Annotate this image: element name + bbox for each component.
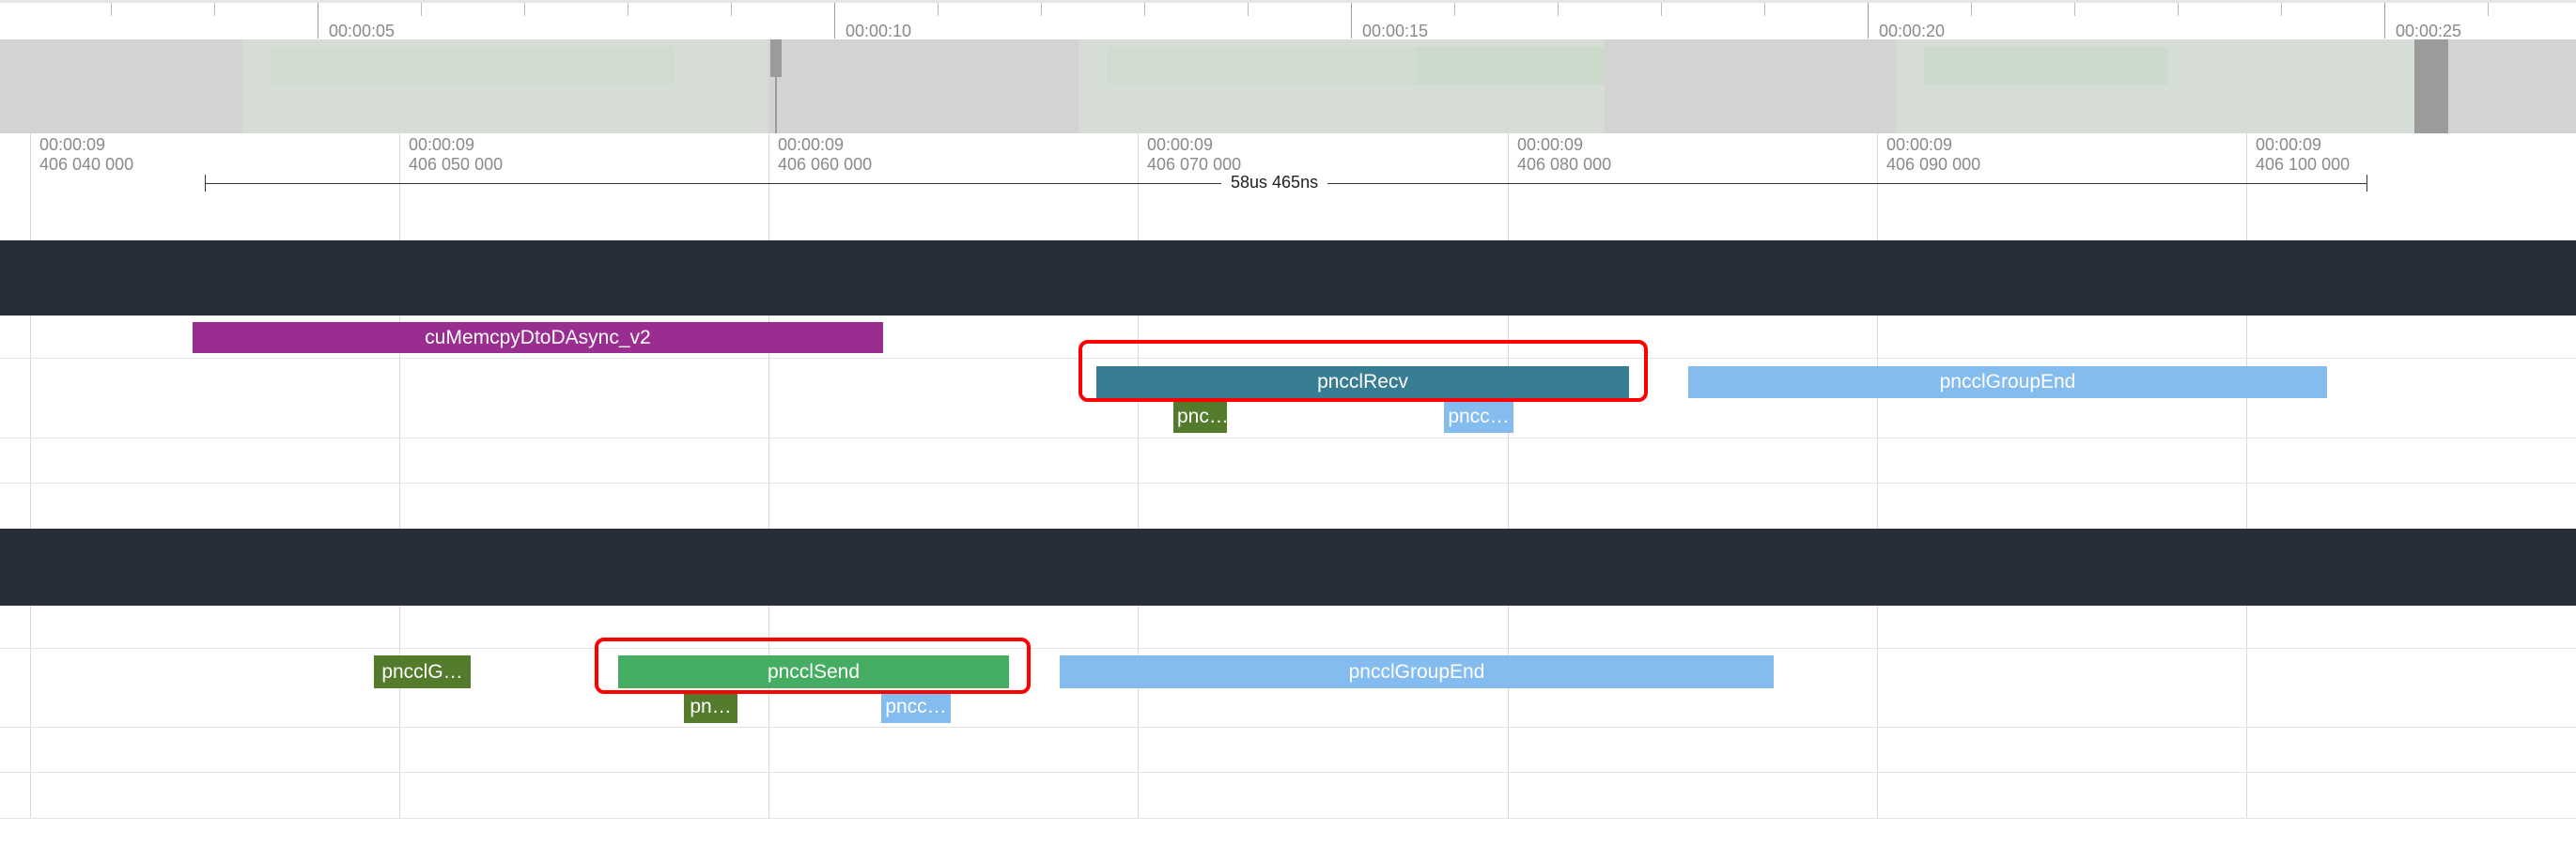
- row-separator: [0, 727, 2576, 728]
- ov-tick: [1144, 3, 1145, 16]
- slice-pncclgroupend[interactable]: pncclGroupEnd: [1060, 655, 1774, 688]
- ov-tick: [2281, 3, 2282, 16]
- slice-child[interactable]: pnc…: [1173, 401, 1227, 433]
- slice-pncclgroupstart[interactable]: pncclG…: [374, 655, 471, 688]
- row-separator: [0, 648, 2576, 649]
- detail-time-label-top: 00:00:09: [1886, 135, 1953, 154]
- ov-tick: [834, 3, 835, 38]
- detail-time-label-bottom: 406 100 000: [2256, 155, 2351, 174]
- slice-child[interactable]: pncc…: [1444, 401, 1513, 433]
- ov-tick: [2178, 3, 2179, 16]
- ov-tick: [111, 3, 112, 16]
- detail-time-label-bottom: 406 060 000: [778, 155, 873, 174]
- row-separator: [0, 438, 2576, 439]
- gridline: [2246, 133, 2247, 819]
- detail-time-label-bottom: 406 040 000: [39, 155, 134, 174]
- detail-time-label: 00:00:09 406 060 000: [778, 135, 872, 175]
- ov-tick: [1351, 3, 1352, 38]
- ov-tick: [1661, 3, 1662, 16]
- window-end-handle[interactable]: [2414, 39, 2448, 133]
- detail-time-label-top: 00:00:09: [39, 135, 106, 154]
- detail-time-label-top: 00:00:09: [1517, 135, 1584, 154]
- gridline: [30, 133, 31, 819]
- highlight-box-send: [595, 638, 1031, 694]
- detail-time-label: 00:00:09 406 100 000: [2256, 135, 2350, 175]
- ov-tick: [731, 3, 732, 16]
- gridline: [1138, 133, 1139, 819]
- detail-time-label-bottom: 406 050 000: [409, 155, 504, 174]
- detail-time-label: 00:00:09 406 080 000: [1517, 135, 1611, 175]
- overview-time-label: 00:00:25: [2396, 22, 2462, 40]
- slice-child[interactable]: pncc…: [881, 691, 951, 723]
- row-separator: [0, 483, 2576, 484]
- ov-tick: [421, 3, 422, 16]
- ov-tick: [1558, 3, 1559, 16]
- ov-tick: [2074, 3, 2075, 16]
- window-start-line: [775, 77, 777, 133]
- overview-activity: [1107, 47, 1417, 85]
- slice-cumemcpy[interactable]: cuMemcpyDtoDAsync_v2: [193, 322, 883, 353]
- detail-time-label-bottom: 406 070 000: [1147, 155, 1242, 174]
- detail-time-label: 00:00:09 406 040 000: [39, 135, 133, 175]
- detail-time-label: 00:00:09 406 050 000: [409, 135, 503, 175]
- row-separator: [0, 772, 2576, 773]
- ov-tick: [1454, 3, 1455, 16]
- gridline: [399, 133, 400, 819]
- ov-tick: [1041, 3, 1042, 16]
- detail-time-label-top: 00:00:09: [2256, 135, 2322, 154]
- overview-time-label: 00:00:15: [1362, 22, 1429, 40]
- span-measure-label: 58us 465ns: [1221, 173, 1328, 192]
- highlight-box-recv: [1079, 340, 1648, 402]
- ov-tick: [2488, 3, 2489, 16]
- gridline: [768, 133, 769, 819]
- overview-activity: [1417, 47, 1605, 85]
- ov-tick: [214, 3, 215, 16]
- detail-time-label-bottom: 406 080 000: [1517, 155, 1612, 174]
- ov-tick: [524, 3, 525, 16]
- overview-activity: [271, 47, 675, 85]
- detail-time-label-top: 00:00:09: [1147, 135, 1214, 154]
- detail-time-label-top: 00:00:09: [409, 135, 475, 154]
- row-separator: [0, 818, 2576, 819]
- ov-tick: [2384, 3, 2385, 38]
- ov-tick: [1248, 3, 1249, 16]
- ov-tick: [1971, 3, 1972, 16]
- span-measure-start-cap: [205, 175, 206, 192]
- detail-time-label-top: 00:00:09: [778, 135, 845, 154]
- gridline: [1508, 133, 1509, 819]
- overview-time-label: 00:00:20: [1879, 22, 1946, 40]
- track-header-1[interactable]: [0, 240, 2576, 316]
- slice-child[interactable]: pn…: [684, 691, 737, 723]
- overview-time-label: 00:00:05: [329, 22, 396, 40]
- gridline: [1877, 133, 1878, 819]
- slice-pncclgroupend[interactable]: pncclGroupEnd: [1688, 366, 2327, 398]
- track-header-2[interactable]: [0, 529, 2576, 606]
- ov-tick: [1764, 3, 1765, 16]
- overview-ruler: 00:00:05 00:00:10 00:00:15 00:00:20 00:0…: [0, 0, 2576, 40]
- detail-time-label: 00:00:09 406 070 000: [1147, 135, 1241, 175]
- ov-tick: [938, 3, 939, 16]
- overview-activity: [1924, 47, 2168, 85]
- window-start-handle[interactable]: [770, 39, 782, 77]
- overview-time-label: 00:00:10: [846, 22, 912, 40]
- overview-minimap[interactable]: [0, 39, 2576, 133]
- ov-tick: [1868, 3, 1869, 38]
- detail-time-label-bottom: 406 090 000: [1886, 155, 1981, 174]
- detail-time-label: 00:00:09 406 090 000: [1886, 135, 1980, 175]
